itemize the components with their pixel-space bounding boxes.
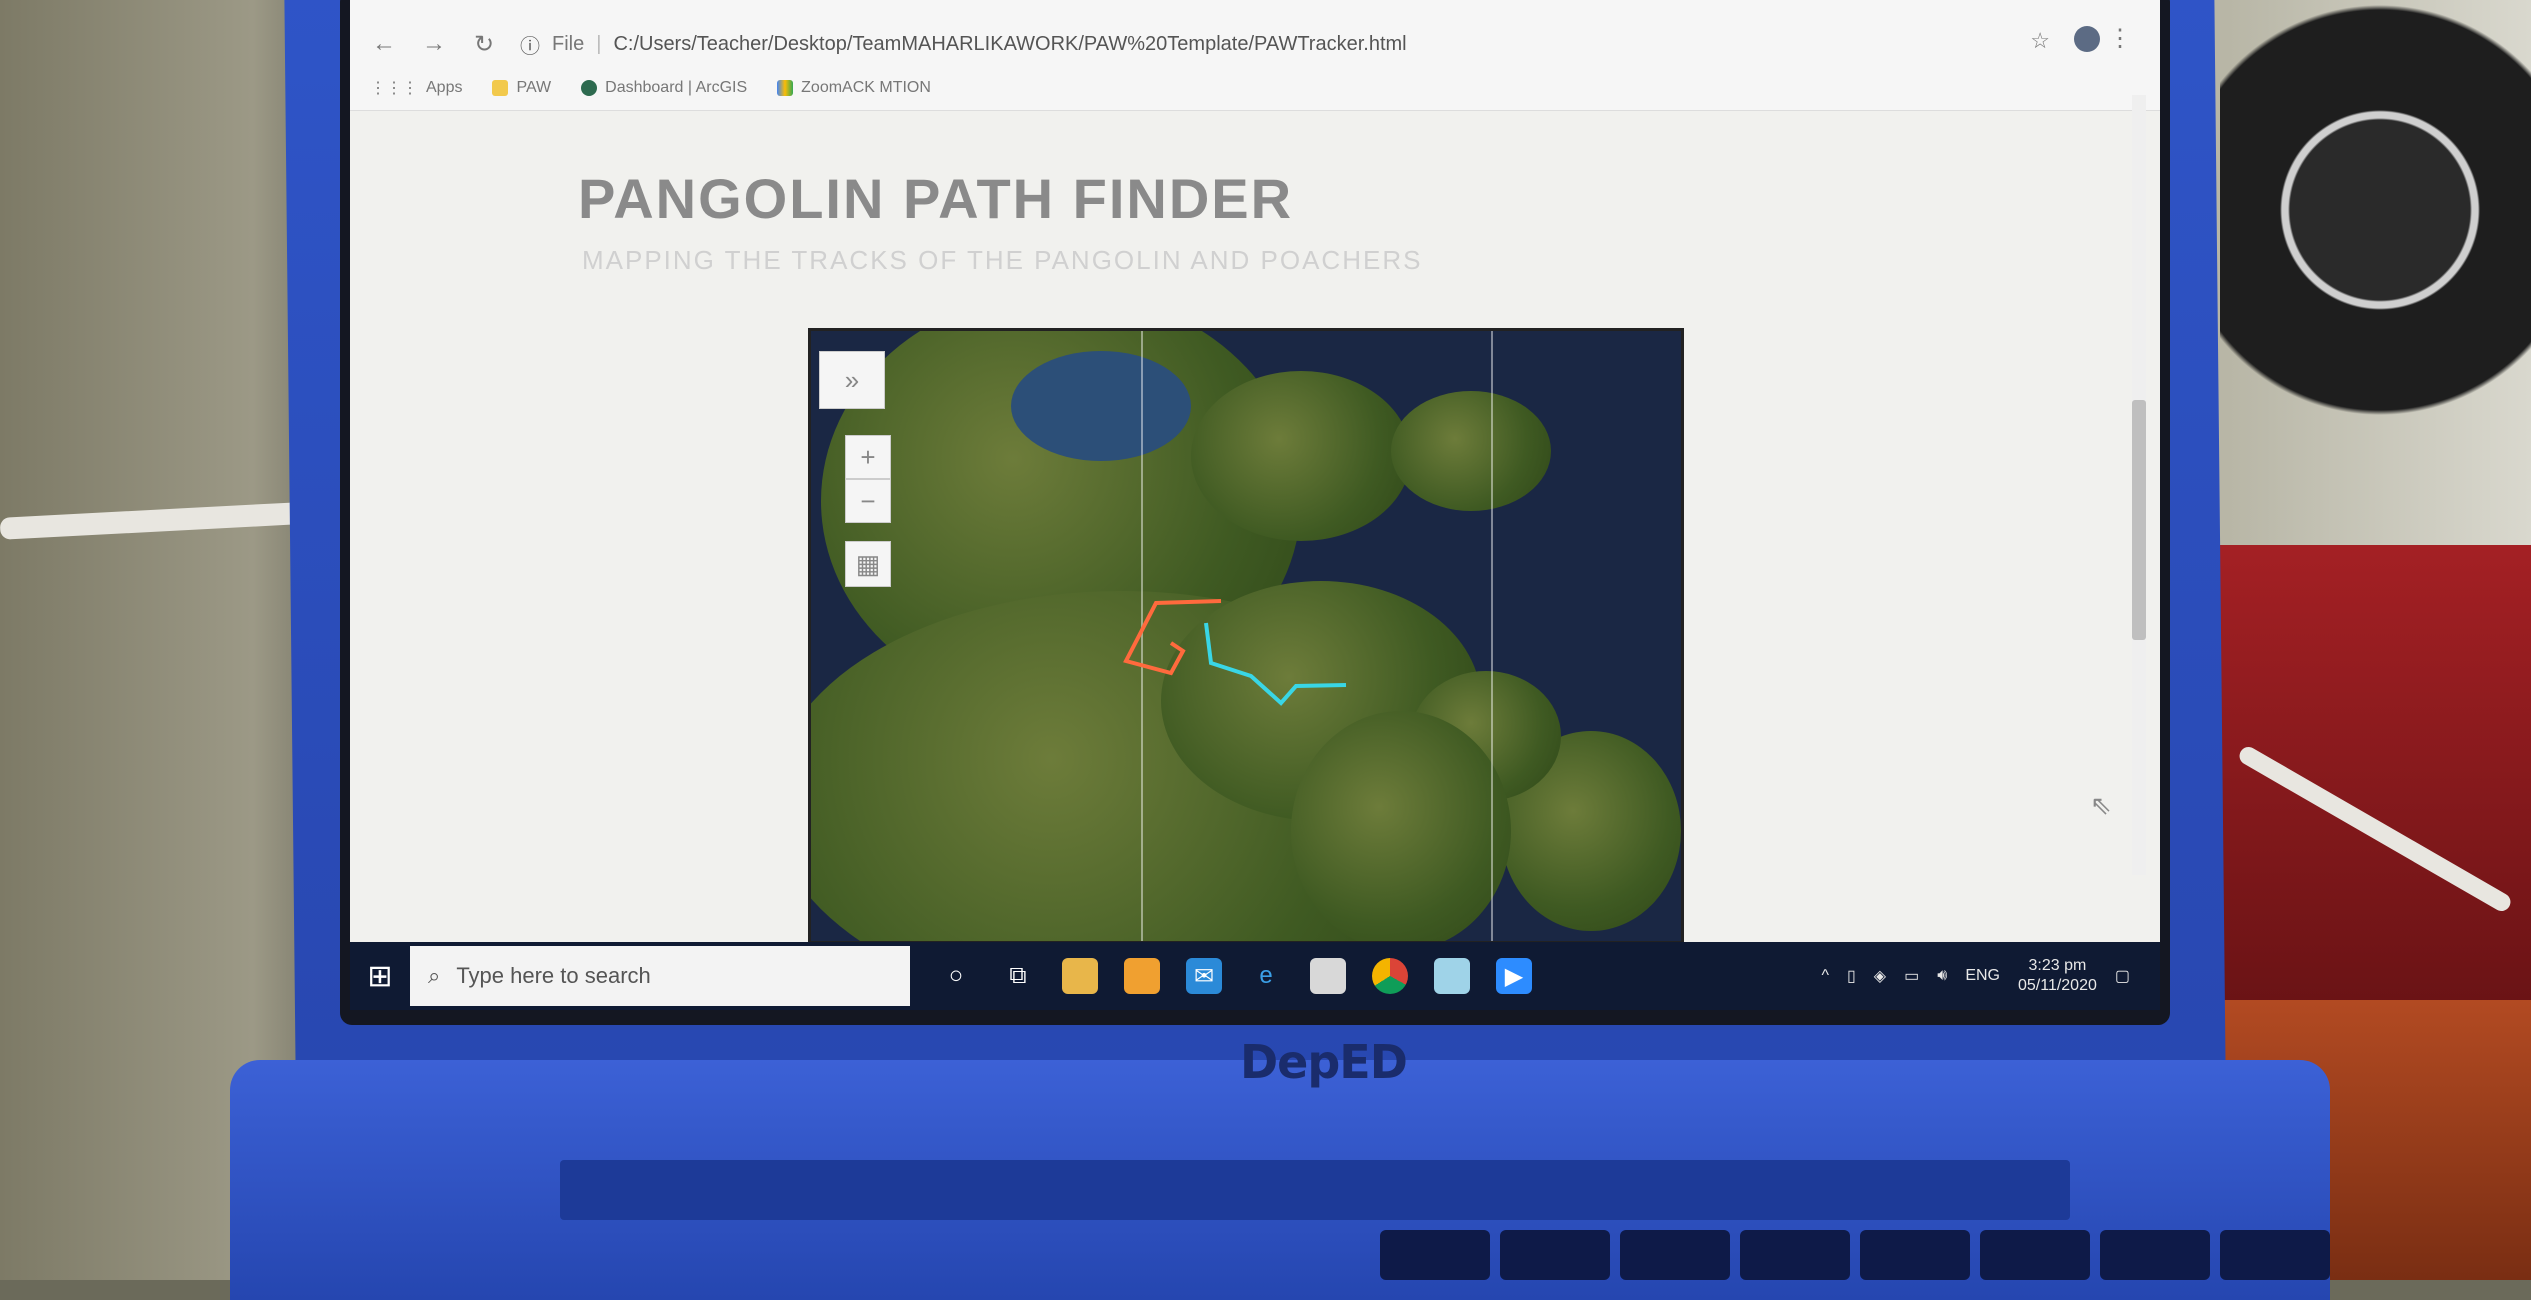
- clock-time: 3:23 pm: [2028, 957, 2087, 974]
- chevron-up-icon[interactable]: ^: [1821, 967, 1829, 985]
- speaker-vent: [560, 1160, 2070, 1220]
- track-overlay: [1123, 599, 1347, 706]
- basemap-gallery-button[interactable]: ▦: [845, 541, 891, 587]
- page-title: PANGOLIN PATH FINDER: [578, 167, 1294, 230]
- grid-icon: ▦: [855, 548, 881, 579]
- keyboard-key: [1500, 1230, 1610, 1280]
- bookmark-dashboard-arcgis[interactable]: Dashboard | ArcGIS: [581, 79, 747, 97]
- mail-icon[interactable]: ✉: [1186, 958, 1222, 994]
- double-chevron-icon: »: [844, 364, 860, 395]
- info-icon[interactable]: ⓘ: [520, 30, 540, 59]
- windows-taskbar: ⊞ ⌕ Type here to search ○ ⧉ ✉ e ▶ ^ ▯ ◈ …: [350, 942, 2160, 1010]
- network-icon[interactable]: ▭: [1904, 966, 1919, 986]
- bookmark-label: Dashboard | ArcGIS: [605, 79, 748, 96]
- bookmark-zoomack[interactable]: ZoomACK MTION: [777, 79, 931, 97]
- start-button[interactable]: ⊞: [350, 942, 410, 1010]
- forward-arrow-icon[interactable]: →: [420, 30, 448, 58]
- laptop-screen: ← → ↻ ⓘ File | C:/Users/Teacher/Desktop/…: [350, 0, 2160, 1010]
- bookmark-label: PAW: [516, 79, 552, 96]
- navigation-row: ← → ↻ ⓘ File | C:/Users/Teacher/Desktop/…: [370, 24, 1407, 64]
- keyboard-key: [1980, 1230, 2090, 1280]
- keyboard-key: [1860, 1230, 1970, 1280]
- search-placeholder: Type here to search: [456, 963, 651, 988]
- minus-icon: −: [860, 485, 876, 516]
- system-tray: ^ ▯ ◈ ▭ 🔊︎ ENG 3:23 pm 05/11/2020 ▢: [1821, 942, 2130, 1010]
- keyboard-key: [2100, 1230, 2210, 1280]
- volume-icon[interactable]: 🔊︎: [1937, 967, 1947, 985]
- printer-icon[interactable]: [1310, 958, 1346, 994]
- taskbar-search[interactable]: ⌕ Type here to search: [410, 946, 910, 1006]
- scrollbar-thumb[interactable]: [2132, 400, 2146, 640]
- keyboard-key: [2220, 1230, 2330, 1280]
- satellite-map[interactable]: » + − ▦: [808, 328, 1684, 944]
- folder-icon: [492, 80, 509, 96]
- url-text[interactable]: C:/Users/Teacher/Desktop/TeamMAHARLIKAWO…: [613, 33, 1406, 56]
- store-icon[interactable]: [1124, 958, 1160, 994]
- task-view-icon[interactable]: ⧉: [1000, 958, 1036, 994]
- plus-icon: +: [860, 441, 876, 472]
- file-explorer-icon[interactable]: [1062, 958, 1098, 994]
- cortana-icon[interactable]: ○: [938, 958, 974, 994]
- mouse-pointer-icon: ⇖: [2090, 790, 2112, 820]
- app-icon[interactable]: [1434, 958, 1470, 994]
- bookmark-star-icon[interactable]: ☆: [2030, 28, 2050, 54]
- back-arrow-icon[interactable]: ←: [370, 30, 398, 58]
- page-subtitle: MAPPING THE TRACKS OF THE PANGOLIN AND P…: [582, 245, 1423, 275]
- taskbar-clock[interactable]: 3:23 pm 05/11/2020: [2018, 956, 2097, 996]
- bookmark-label: Apps: [426, 79, 463, 96]
- language-indicator[interactable]: ENG: [1965, 967, 2000, 985]
- address-bar[interactable]: ⓘ File | C:/Users/Teacher/Desktop/TeamMA…: [520, 30, 1407, 59]
- red-shelf: [2210, 545, 2531, 1005]
- drive-icon: [777, 80, 794, 96]
- taskbar-apps: ○ ⧉ ✉ e ▶: [910, 958, 1532, 994]
- address-separator: |: [596, 32, 602, 55]
- battery-icon[interactable]: ▯: [1847, 966, 1856, 986]
- apps-grid-icon: ⋮⋮⋮: [370, 80, 418, 97]
- notification-icon[interactable]: ▢: [2115, 966, 2130, 986]
- zoom-out-button[interactable]: −: [845, 479, 891, 523]
- keyboard-key: [1380, 1230, 1490, 1280]
- bookmark-paw[interactable]: PAW: [492, 79, 551, 97]
- globe-icon: [581, 80, 598, 96]
- zoom-in-button[interactable]: +: [845, 435, 891, 479]
- clock-date: 05/11/2020: [2017, 977, 2097, 994]
- zoom-icon[interactable]: ▶: [1496, 958, 1532, 994]
- reload-icon[interactable]: ↻: [470, 30, 498, 58]
- keyboard-top-row: [1380, 1230, 2330, 1280]
- internet-explorer-icon[interactable]: e: [1248, 958, 1284, 994]
- keyboard-key: [1740, 1230, 1850, 1280]
- search-icon: ⌕: [428, 963, 441, 988]
- keyboard-key: [1620, 1230, 1730, 1280]
- pangolin-track[interactable]: [1204, 622, 1347, 706]
- file-scheme-label: File: [552, 32, 585, 55]
- profile-avatar[interactable]: [2074, 26, 2100, 52]
- shield-icon[interactable]: ◈: [1874, 966, 1886, 986]
- desk-fan: [2220, 0, 2531, 420]
- bookmarks-bar: ⋮⋮⋮ Apps PAW Dashboard | ArcGIS ZoomACK …: [370, 78, 931, 98]
- browser-toolbar: ← → ↻ ⓘ File | C:/Users/Teacher/Desktop/…: [350, 0, 2160, 111]
- laptop-brand-logo: DepED: [1240, 1035, 1408, 1089]
- map-expand-button[interactable]: »: [819, 351, 885, 409]
- bookmark-label: ZoomACK MTION: [801, 79, 931, 96]
- bookmark-apps[interactable]: ⋮⋮⋮ Apps: [370, 78, 462, 98]
- chrome-icon[interactable]: [1372, 958, 1408, 994]
- windows-logo-icon: ⊞: [367, 959, 393, 993]
- menu-kebab-icon[interactable]: ⋮: [2108, 24, 2132, 53]
